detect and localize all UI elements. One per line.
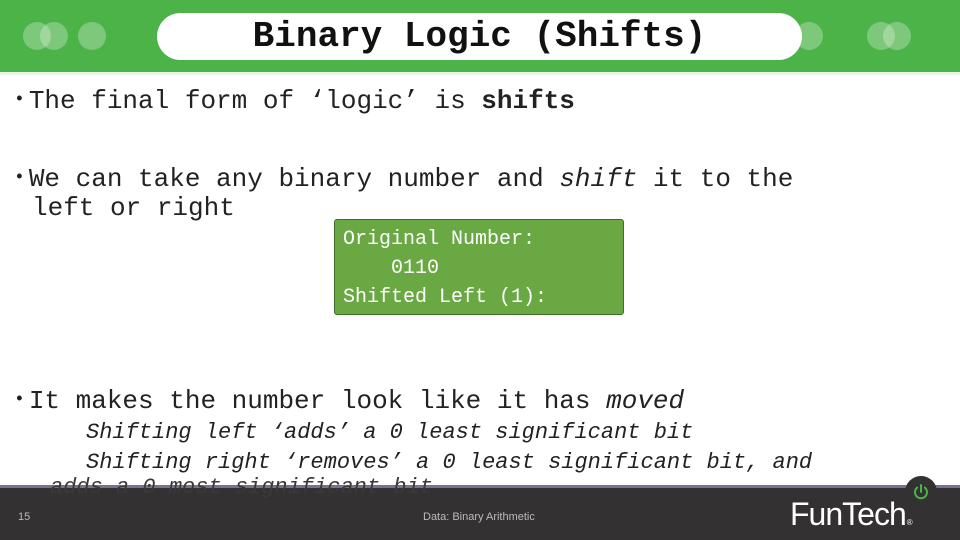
page-number: 15 bbox=[18, 511, 31, 523]
decorative-circle bbox=[883, 22, 911, 50]
example-line-value: 0110 bbox=[343, 257, 440, 280]
funtech-logo: FunTech® bbox=[790, 496, 913, 533]
decorative-circle bbox=[78, 22, 106, 50]
example-line-shifted-label: Shifted Left (1): bbox=[343, 286, 548, 309]
footer-caption: Data: Binary Arithmetic bbox=[423, 511, 535, 523]
title-pill: Binary Logic (Shifts) bbox=[157, 13, 802, 60]
sub-bullet: Shifting left ‘adds’ a 0 least significa… bbox=[86, 420, 694, 445]
sub-bullet: Shifting right ‘removes’ a 0 least signi… bbox=[86, 450, 813, 475]
logo-text: FunTech bbox=[790, 496, 907, 532]
example-box: Original Number: 0110 Shifted Left (1): bbox=[334, 219, 624, 315]
decorative-circle bbox=[40, 22, 68, 50]
bullet-icon: • bbox=[14, 90, 25, 110]
registered-mark: ® bbox=[906, 518, 913, 527]
sub-bullet-continuation: adds a 0 most significant bit bbox=[50, 475, 433, 500]
bullet-text: We can take any binary number and bbox=[28, 164, 560, 194]
example-line-original-label: Original Number: bbox=[343, 228, 536, 251]
bullet-icon: • bbox=[14, 168, 25, 188]
header-divider bbox=[0, 72, 960, 75]
bullet-item: • We can take any binary number and shift… bbox=[14, 164, 934, 223]
bullet-text: It makes the number look like it has bbox=[28, 386, 607, 416]
bullet-italic-text: moved bbox=[606, 386, 685, 416]
slide-header: Binary Logic (Shifts) bbox=[0, 0, 960, 72]
bullet-text: The final form of ‘logic’ is bbox=[28, 86, 482, 116]
bullet-icon: • bbox=[14, 390, 25, 410]
power-icon bbox=[905, 476, 937, 508]
bullet-item: • The final form of ‘logic’ is shifts bbox=[14, 86, 575, 116]
slide-title: Binary Logic (Shifts) bbox=[252, 15, 707, 57]
bullet-italic-text: shift bbox=[559, 164, 638, 194]
bullet-text: it to the bbox=[637, 164, 794, 194]
bullet-bold-text: shifts bbox=[481, 86, 575, 116]
bullet-item: • It makes the number look like it has mo… bbox=[14, 386, 684, 416]
